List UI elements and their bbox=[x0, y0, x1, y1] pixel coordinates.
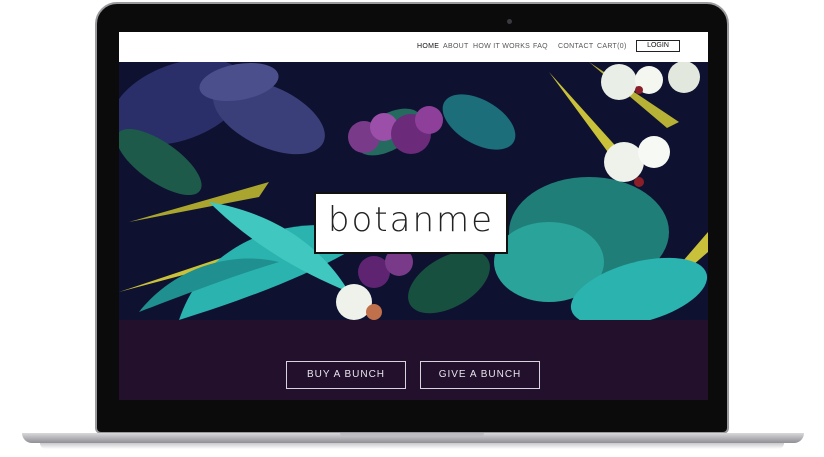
laptop-notch bbox=[340, 433, 484, 437]
nav-home[interactable]: HOME bbox=[417, 43, 439, 50]
nav-cart[interactable]: CART(0) bbox=[597, 43, 627, 50]
nav-faq[interactable]: FAQ bbox=[533, 43, 548, 50]
buy-a-bunch-button[interactable]: BUY A BUNCH bbox=[286, 361, 406, 389]
action-section bbox=[119, 320, 708, 400]
nav-about[interactable]: ABOUT bbox=[443, 43, 469, 50]
nav-contact[interactable]: CONTACT bbox=[558, 43, 593, 50]
brand-logo: botanme bbox=[327, 200, 495, 240]
website-screen: HOME ABOUT HOW IT WORKS FAQ CONTACT CART… bbox=[119, 32, 708, 400]
hero-banner: botanme bbox=[119, 62, 708, 320]
brand-logo-box[interactable]: botanme bbox=[314, 192, 508, 254]
login-button[interactable]: LOGIN bbox=[636, 40, 680, 52]
tropical-floral-illustration bbox=[119, 62, 708, 320]
camera-icon bbox=[507, 19, 512, 24]
top-navbar: HOME ABOUT HOW IT WORKS FAQ CONTACT CART… bbox=[119, 32, 708, 62]
laptop-shadow bbox=[40, 443, 784, 449]
nav-how-it-works[interactable]: HOW IT WORKS bbox=[473, 43, 530, 50]
give-a-bunch-button[interactable]: GIVE A BUNCH bbox=[420, 361, 540, 389]
